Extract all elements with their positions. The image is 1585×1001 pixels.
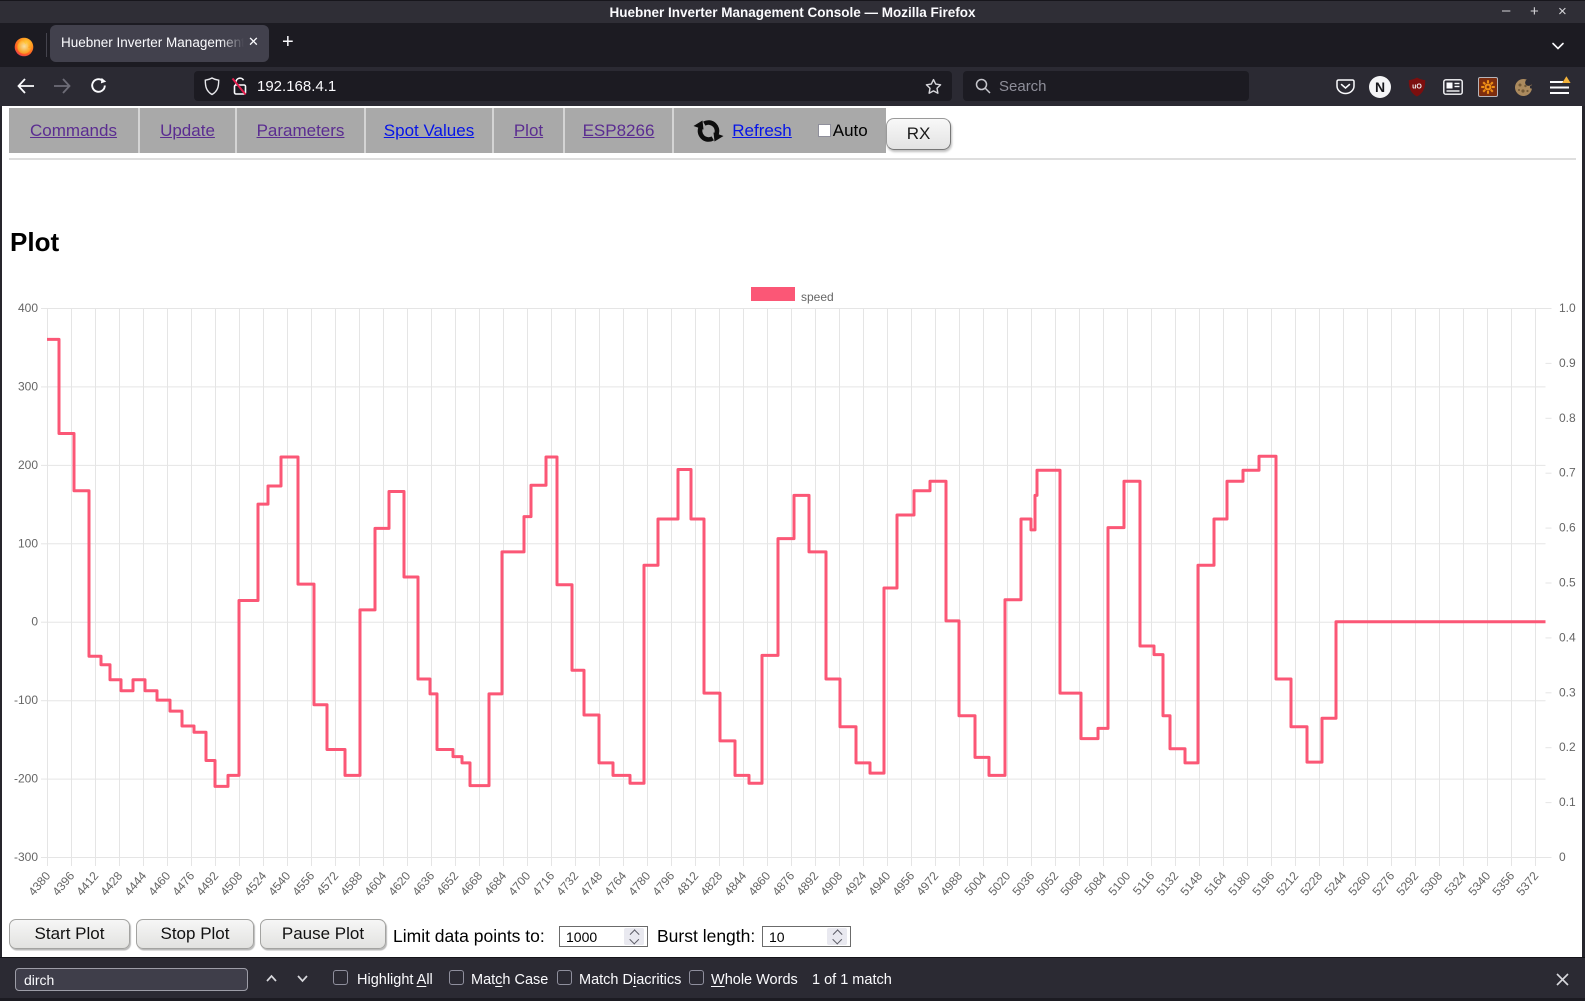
svg-text:4940: 4940 <box>865 869 893 899</box>
svg-text:5196: 5196 <box>1249 869 1277 899</box>
svg-text:0: 0 <box>31 615 38 629</box>
svg-text:5324: 5324 <box>1441 869 1469 899</box>
svg-text:5084: 5084 <box>1081 869 1109 899</box>
svg-text:1.0: 1.0 <box>1559 301 1576 315</box>
svg-text:5132: 5132 <box>1153 869 1181 899</box>
svg-text:4476: 4476 <box>169 869 197 899</box>
svg-text:0: 0 <box>1559 850 1566 864</box>
svg-text:4540: 4540 <box>265 869 293 899</box>
svg-text:4396: 4396 <box>49 869 77 899</box>
svg-text:0.2: 0.2 <box>1559 740 1576 754</box>
svg-text:5100: 5100 <box>1105 869 1133 899</box>
svg-text:speed: speed <box>801 290 834 304</box>
svg-text:4460: 4460 <box>145 869 173 899</box>
svg-text:5228: 5228 <box>1297 869 1325 899</box>
svg-text:0.1: 0.1 <box>1559 795 1576 809</box>
svg-text:4572: 4572 <box>313 869 341 899</box>
svg-text:uO: uO <box>1412 84 1422 91</box>
svg-text:0.7: 0.7 <box>1559 466 1576 480</box>
svg-text:400: 400 <box>18 301 38 315</box>
svg-text:4988: 4988 <box>937 869 965 899</box>
svg-text:4508: 4508 <box>217 869 245 899</box>
svg-text:5244: 5244 <box>1321 869 1349 899</box>
svg-text:5148: 5148 <box>1177 869 1205 899</box>
svg-text:5004: 5004 <box>961 869 989 899</box>
svg-text:4492: 4492 <box>193 869 221 899</box>
svg-text:4780: 4780 <box>625 869 653 899</box>
svg-text:0.3: 0.3 <box>1559 685 1576 699</box>
svg-text:5292: 5292 <box>1393 869 1421 899</box>
svg-text:4556: 4556 <box>289 869 317 899</box>
svg-text:5276: 5276 <box>1369 869 1397 899</box>
svg-text:5180: 5180 <box>1225 869 1253 899</box>
svg-text:4972: 4972 <box>913 869 941 899</box>
svg-text:4828: 4828 <box>697 869 725 899</box>
svg-text:4876: 4876 <box>769 869 797 899</box>
svg-text:4924: 4924 <box>841 869 869 899</box>
svg-text:4748: 4748 <box>577 869 605 899</box>
svg-text:4716: 4716 <box>529 869 557 899</box>
svg-text:5068: 5068 <box>1057 869 1085 899</box>
svg-text:4796: 4796 <box>649 869 677 899</box>
svg-text:4412: 4412 <box>73 869 101 899</box>
svg-text:4860: 4860 <box>745 869 773 899</box>
svg-text:-300: -300 <box>14 850 38 864</box>
svg-text:0.4: 0.4 <box>1559 630 1576 644</box>
svg-text:0.5: 0.5 <box>1559 576 1576 590</box>
svg-text:4764: 4764 <box>601 869 629 899</box>
svg-text:300: 300 <box>18 379 38 393</box>
svg-text:5116: 5116 <box>1130 869 1158 898</box>
svg-text:4588: 4588 <box>337 869 365 899</box>
svg-text:4636: 4636 <box>409 869 437 899</box>
svg-text:4428: 4428 <box>97 869 125 899</box>
svg-text:5036: 5036 <box>1009 869 1037 899</box>
svg-text:200: 200 <box>18 458 38 472</box>
svg-text:5260: 5260 <box>1345 869 1373 899</box>
svg-text:4652: 4652 <box>433 869 461 899</box>
svg-text:5052: 5052 <box>1033 869 1061 899</box>
svg-text:4700: 4700 <box>505 869 533 899</box>
svg-text:0.9: 0.9 <box>1559 356 1576 370</box>
svg-text:4892: 4892 <box>793 869 821 899</box>
svg-text:4524: 4524 <box>241 869 269 899</box>
svg-text:4380: 4380 <box>25 869 53 899</box>
svg-text:4620: 4620 <box>385 869 413 899</box>
svg-text:0.8: 0.8 <box>1559 411 1576 425</box>
svg-text:100: 100 <box>18 536 38 550</box>
svg-text:5212: 5212 <box>1273 869 1301 899</box>
svg-text:5308: 5308 <box>1417 869 1445 899</box>
svg-text:-200: -200 <box>14 772 38 786</box>
svg-text:4844: 4844 <box>721 869 749 899</box>
svg-text:5020: 5020 <box>985 869 1013 899</box>
svg-text:4684: 4684 <box>481 869 509 899</box>
svg-text:-100: -100 <box>14 693 38 707</box>
svg-text:5164: 5164 <box>1201 869 1229 899</box>
svg-text:4956: 4956 <box>889 869 917 899</box>
svg-text:4732: 4732 <box>553 869 581 899</box>
svg-text:4908: 4908 <box>817 869 845 899</box>
svg-text:0.6: 0.6 <box>1559 521 1576 535</box>
svg-text:4604: 4604 <box>361 869 389 899</box>
svg-text:4668: 4668 <box>457 869 485 899</box>
svg-text:5356: 5356 <box>1489 869 1517 899</box>
svg-text:5372: 5372 <box>1513 869 1541 899</box>
svg-text:4812: 4812 <box>673 869 701 899</box>
svg-text:5340: 5340 <box>1465 869 1493 899</box>
svg-text:4444: 4444 <box>121 869 149 899</box>
